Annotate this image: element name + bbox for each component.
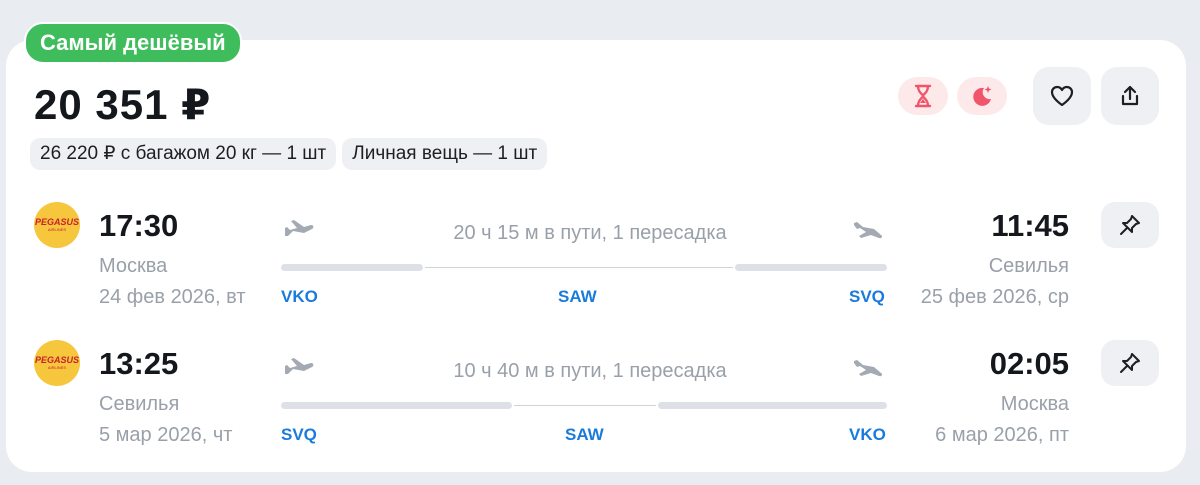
share-icon [1121,85,1139,106]
night-icon[interactable] [957,77,1007,115]
landing-plane-icon [854,360,883,377]
arrival-date: 25 фев 2026, ср [920,286,1069,308]
pin-button[interactable] [1101,340,1159,386]
layover-line [514,405,656,406]
flight-duration: 20 ч 15 м в пути, 1 пересадка [453,222,727,244]
departure-airport-code: SVQ [281,425,317,444]
arrival-airport-code: SVQ [849,287,885,306]
ticket-price: 20 351 ₽ [34,81,212,128]
arrival-time: 11:45 [991,208,1069,243]
takeoff-plane-icon [285,220,314,236]
heart-icon [1050,85,1074,107]
pin-button[interactable] [1101,202,1159,248]
layover-airport-code: SAW [558,287,597,306]
flight-duration: 10 ч 40 м в пути, 1 пересадка [453,360,727,382]
takeoff-plane-icon [285,358,314,374]
route-track-start [281,264,423,271]
arrival-time: 02:05 [989,346,1069,381]
route-track-start [281,402,512,409]
route-track-end [658,402,887,409]
arrival-city: Москва [1000,393,1069,415]
route-track-end [735,264,887,271]
departure-city: Москва [99,255,168,277]
airline-logo: PEGASUS AIRLINES [34,340,80,386]
share-button[interactable] [1101,67,1159,125]
baggage-chips: 26 220 ₽ с багажом 20 кг — 1 шт Личная в… [30,138,548,170]
departure-airport-code: VKO [281,287,318,306]
departure-time: 17:30 [99,208,179,243]
landing-plane-icon [854,222,883,239]
pin-icon [1120,215,1140,235]
layover-line [425,267,733,268]
cheapest-badge: Самый дешёвый [24,22,242,64]
favorite-button[interactable] [1033,67,1091,125]
airline-logo: PEGASUS AIRLINES [34,202,80,248]
layover-airport-code: SAW [565,425,604,444]
flight-segment-return[interactable]: PEGASUS AIRLINES 13:25 Севилья 5 мар 202… [0,340,1200,480]
flight-segment-outbound[interactable]: PEGASUS AIRLINES 17:30 Москва 24 фев 202… [0,202,1200,342]
arrival-city: Севилья [988,255,1069,277]
departure-date: 24 фев 2026, вт [99,286,246,308]
baggage-chip[interactable]: 26 220 ₽ с багажом 20 кг — 1 шт [30,138,337,170]
hourglass-icon[interactable] [898,77,948,115]
departure-time: 13:25 [99,346,179,381]
personal-item-chip[interactable]: Личная вещь — 1 шт [342,138,548,170]
departure-city: Севилья [99,393,180,415]
arrival-airport-code: VKO [849,425,886,444]
pin-icon [1120,353,1140,373]
departure-date: 5 мар 2026, чт [99,424,233,446]
arrival-date: 6 мар 2026, пт [935,424,1069,446]
